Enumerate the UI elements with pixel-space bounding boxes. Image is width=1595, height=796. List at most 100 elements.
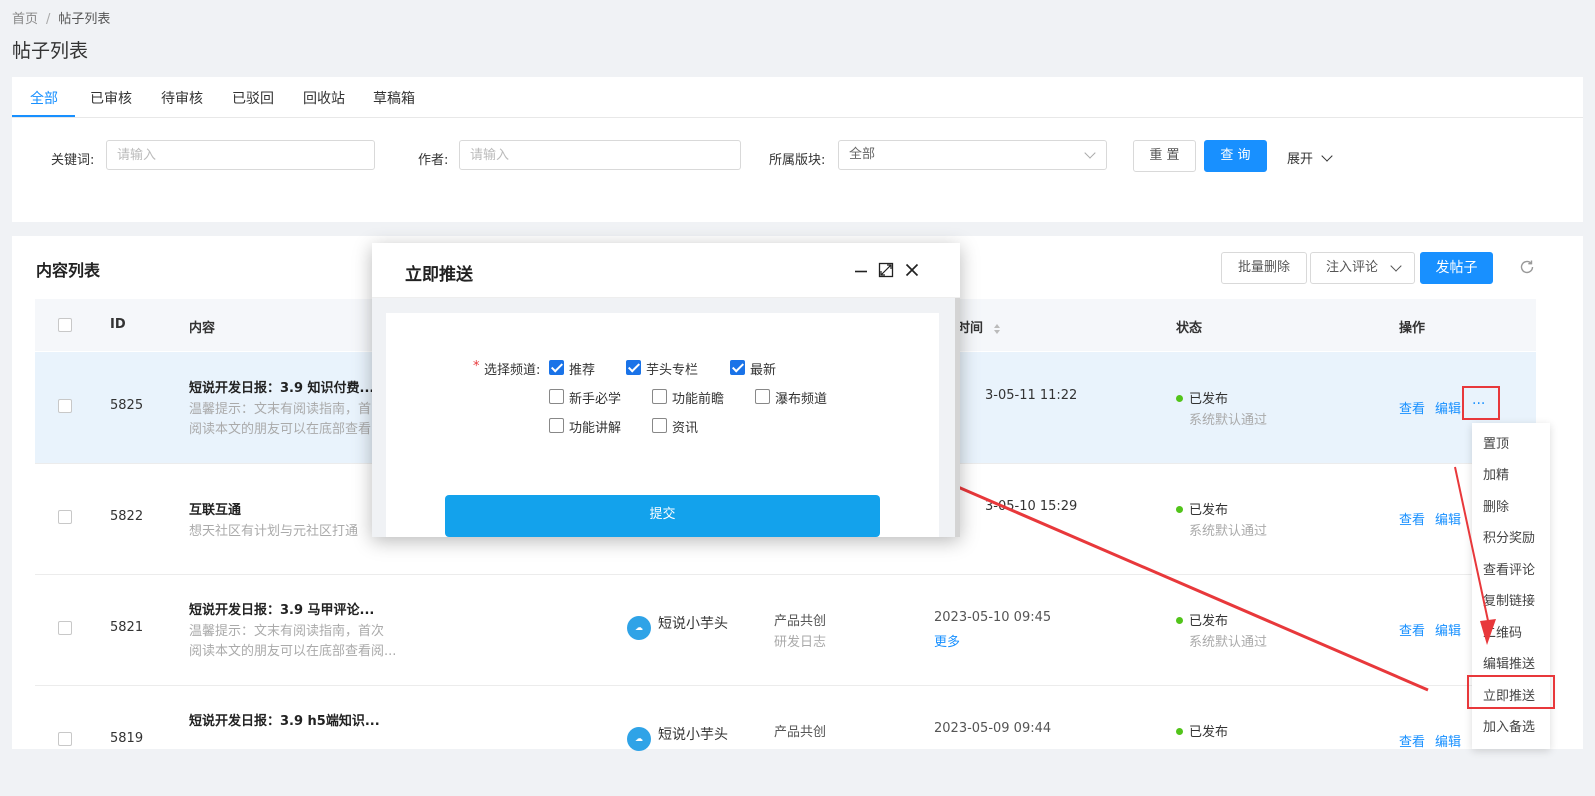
select-all-checkbox[interactable] (58, 318, 72, 332)
expand-label: 展开 (1287, 152, 1314, 167)
table-row: 5821 短说开发日报：3.9 马甲评论... 温馨提示：文末有阅读指南，首次 … (35, 574, 1536, 686)
status-dot (1176, 728, 1183, 735)
channel-checkbox-recommend[interactable] (549, 360, 564, 375)
tab-all[interactable]: 全部 (30, 88, 58, 108)
content-list-title: 内容列表 (36, 261, 101, 280)
keyword-input[interactable] (106, 140, 375, 170)
status-badge: 已发布 (1176, 388, 1228, 407)
status-badge: 已发布 (1176, 721, 1228, 740)
channel-checkbox-feature-guide[interactable] (549, 418, 564, 433)
channel-checkbox-column[interactable] (626, 360, 641, 375)
post-title[interactable]: 互联互通 (189, 499, 241, 518)
breadcrumb: 首页 / 帖子列表 (12, 8, 110, 27)
section-label: 所属版块: (769, 153, 826, 168)
new-post-button[interactable]: 发帖子 (1420, 252, 1493, 284)
channel-label-column: 芋头专栏 (646, 363, 699, 378)
menu-item-delete[interactable]: 删除 (1483, 496, 1509, 515)
active-tab-indicator (12, 115, 75, 117)
post-time: 3-05-10 15:29 (985, 499, 1078, 514)
sort-icon (993, 323, 1000, 334)
refresh-icon[interactable] (1518, 258, 1536, 276)
page-title: 帖子列表 (12, 40, 89, 62)
post-description-line2: 阅读本文的朋友可以在底部查看阅... (189, 644, 397, 659)
maximize-icon[interactable] (878, 262, 894, 278)
board-name: 产品共创 (774, 614, 827, 629)
menu-item-copy-link[interactable]: 复制链接 (1483, 590, 1535, 609)
row-checkbox[interactable] (58, 621, 72, 635)
post-title[interactable]: 短说开发日报：3.9 马甲评论... (189, 599, 374, 618)
expand-toggle[interactable]: 展开 (1287, 148, 1333, 167)
close-icon[interactable] (904, 262, 920, 278)
tab-pending[interactable]: 待审核 (161, 88, 203, 108)
status-badge: 已发布 (1176, 610, 1228, 629)
inject-comment-dropdown[interactable]: 注入评论 (1310, 252, 1415, 284)
tab-recycle-bin[interactable]: 回收站 (303, 88, 345, 108)
chevron-down-icon (1390, 260, 1402, 272)
author-avatar: ☁ (627, 616, 651, 640)
channel-checkbox-beginner[interactable] (549, 389, 564, 404)
menu-item-add-candidate[interactable]: 加入备选 (1483, 716, 1535, 735)
row-checkbox[interactable] (58, 732, 72, 746)
row-id: 5821 (110, 620, 144, 635)
column-content: 内容 (189, 321, 216, 336)
time-more-link[interactable]: 更多 (934, 631, 960, 650)
channel-checkbox-waterfall[interactable] (755, 389, 770, 404)
view-link[interactable]: 查看 (1399, 731, 1425, 750)
menu-item-pin[interactable]: 置顶 (1483, 433, 1509, 452)
inject-comment-label: 注入评论 (1326, 260, 1379, 275)
tab-rejected[interactable]: 已驳回 (232, 88, 274, 108)
edit-link[interactable]: 编辑 (1435, 731, 1461, 750)
post-description: 想天社区有计划与元社区打通 (189, 524, 359, 539)
query-button[interactable]: 查 询 (1204, 140, 1267, 172)
dialog-title: 立即推送 (405, 265, 473, 285)
status-dot (1176, 506, 1183, 513)
channel-checkbox-news[interactable] (652, 418, 667, 433)
edit-link[interactable]: 编辑 (1435, 509, 1461, 528)
section-select-value: 全部 (849, 147, 876, 162)
status-note: 系统默认通过 (1189, 413, 1268, 428)
status-dot (1176, 617, 1183, 624)
post-time: 2023-05-10 09:45 (934, 610, 1052, 625)
row-checkbox[interactable] (58, 510, 72, 524)
annotation-highlight-push-now (1467, 675, 1555, 709)
batch-delete-button[interactable]: 批量删除 (1221, 252, 1307, 284)
tab-approved[interactable]: 已审核 (90, 88, 132, 108)
post-title[interactable]: 短说开发日报：3.9 h5端知识... (189, 710, 380, 729)
row-checkbox[interactable] (58, 399, 72, 413)
menu-item-edit-push[interactable]: 编辑推送 (1483, 653, 1535, 672)
reset-button[interactable]: 重 置 (1133, 140, 1196, 172)
menu-item-feature[interactable]: 加精 (1483, 464, 1509, 483)
view-link[interactable]: 查看 (1399, 509, 1425, 528)
annotation-highlight-more (1462, 386, 1500, 420)
sub-board-name: 研发日志 (774, 635, 827, 650)
minimize-icon[interactable] (853, 263, 869, 279)
breadcrumb-home[interactable]: 首页 (12, 12, 38, 27)
channel-checkbox-latest[interactable] (730, 360, 745, 375)
edit-link[interactable]: 编辑 (1435, 398, 1461, 417)
post-description: 温馨提示：文末有阅读指南，首 (189, 402, 372, 417)
dialog-scrollbar[interactable] (955, 298, 960, 537)
author-label: 作者: (418, 153, 449, 168)
view-link[interactable]: 查看 (1399, 398, 1425, 417)
breadcrumb-separator: / (46, 12, 51, 27)
menu-item-view-comments[interactable]: 查看评论 (1483, 559, 1535, 578)
author-name[interactable]: 短说小芋头 (658, 724, 728, 744)
channel-checkbox-preview[interactable] (652, 389, 667, 404)
menu-item-qr-code[interactable]: 二维码 (1483, 622, 1522, 641)
board-name: 产品共创 (774, 725, 827, 740)
submit-button[interactable]: 提交 (445, 495, 880, 537)
menu-item-points-reward[interactable]: 积分奖励 (1483, 527, 1535, 546)
author-input[interactable] (459, 140, 741, 170)
edit-link[interactable]: 编辑 (1435, 620, 1461, 639)
section-select[interactable]: 全部 (838, 140, 1107, 170)
channel-label-feature-guide: 功能讲解 (569, 421, 622, 436)
push-now-dialog: 立即推送 * 选择频道: 推荐 芋头专栏 最新 新手必学 功能前瞻 瀑布频道 功… (372, 243, 960, 537)
column-time[interactable]: 时间 (957, 317, 1002, 336)
status-tabs: 全部 已审核 待审核 已驳回 回收站 草稿箱 (12, 77, 1583, 118)
author-name[interactable]: 短说小芋头 (658, 613, 728, 633)
row-id: 5825 (110, 398, 144, 413)
tab-drafts[interactable]: 草稿箱 (373, 88, 415, 108)
breadcrumb-current: 帖子列表 (58, 12, 111, 27)
view-link[interactable]: 查看 (1399, 620, 1425, 639)
post-title[interactable]: 短说开发日报：3.9 知识付费... (189, 377, 374, 396)
